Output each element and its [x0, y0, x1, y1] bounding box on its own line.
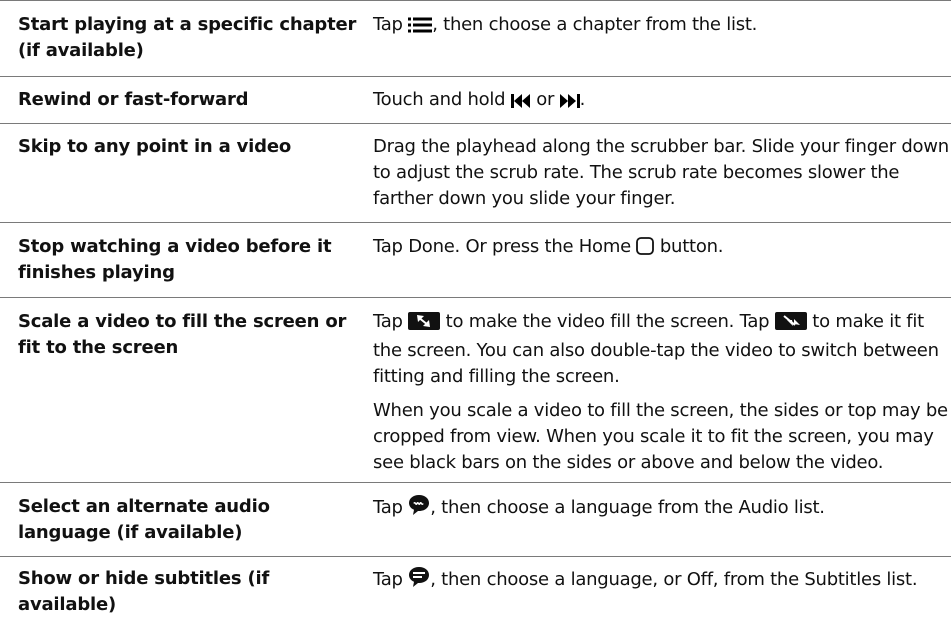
description-paragraph: Tap , then choose a language from the Au… — [373, 494, 951, 524]
task-cell: Scale a video to fill the screen or fit … — [18, 311, 347, 358]
description-cell: Tap , then choose a language, or Off, fr… — [373, 566, 951, 596]
table-divider — [0, 482, 951, 483]
description-text: . — [579, 89, 586, 110]
rewind-icon — [510, 90, 531, 116]
description-paragraph: Tap , then choose a language, or Off, fr… — [373, 566, 951, 596]
table-divider — [0, 297, 951, 298]
task-cell: Stop watching a video before it finishes… — [18, 236, 332, 283]
fast-forward-icon — [559, 90, 580, 116]
description-text: button. — [654, 236, 724, 257]
table-divider — [0, 222, 951, 223]
description-cell: Tap to make the video fill the screen. T… — [373, 309, 951, 476]
description-text: to make the video fill the screen. Tap — [440, 311, 775, 332]
description-cell: Tap , then choose a language from the Au… — [373, 494, 951, 524]
description-cell: Tap , then choose a chapter from the lis… — [373, 12, 951, 41]
description-cell: Drag the playhead along the scrubber bar… — [373, 134, 951, 212]
task-cell: Start playing at a specific chapter (if … — [18, 14, 357, 61]
table-divider — [0, 123, 951, 124]
description-cell: Touch and hold or . — [373, 87, 951, 116]
task-cell: Select an alternate audio language (if a… — [18, 496, 270, 543]
description-paragraph: Tap Done. Or press the Home button. — [373, 234, 951, 263]
description-text: or — [530, 89, 560, 110]
audio-language-icon — [408, 494, 430, 524]
description-text: , then choose a chapter from the list. — [432, 14, 758, 35]
description-paragraph: Tap to make the video fill the screen. T… — [373, 309, 951, 390]
task-cell: Rewind or fast-forward — [18, 89, 249, 110]
description-text: When you scale a video to fill the scree… — [373, 400, 948, 473]
task-cell: Show or hide subtitles (if available) — [18, 568, 270, 615]
table-divider — [0, 0, 951, 1]
description-paragraph: Tap , then choose a chapter from the lis… — [373, 12, 951, 41]
fit-screen-icon — [774, 312, 807, 338]
table-divider — [0, 76, 951, 77]
description-text: Tap Done. Or press the Home — [373, 236, 637, 257]
description-paragraph: Touch and hold or . — [373, 87, 951, 116]
task-cell: Skip to any point in a video — [18, 136, 291, 157]
fill-screen-icon — [408, 312, 441, 338]
description-text: Drag the playhead along the scrubber bar… — [373, 136, 949, 209]
home-button-icon — [636, 237, 655, 263]
description-text: Tap — [373, 14, 409, 35]
description-text: Tap — [373, 497, 409, 518]
table-divider — [0, 556, 951, 557]
subtitles-icon — [408, 566, 430, 596]
description-text: Touch and hold — [373, 89, 511, 110]
description-paragraph: Drag the playhead along the scrubber bar… — [373, 134, 951, 212]
description-text: , then choose a language from the Audio … — [430, 497, 825, 518]
description-text: Tap — [373, 569, 409, 590]
video-controls-table: Start playing at a specific chapter (if … — [0, 0, 951, 615]
description-cell: Tap Done. Or press the Home button. — [373, 234, 951, 263]
description-text: Tap — [373, 311, 409, 332]
description-text: , then choose a language, or Off, from t… — [430, 569, 918, 590]
chapters-icon — [408, 15, 433, 41]
description-paragraph: When you scale a video to fill the scree… — [373, 398, 951, 476]
